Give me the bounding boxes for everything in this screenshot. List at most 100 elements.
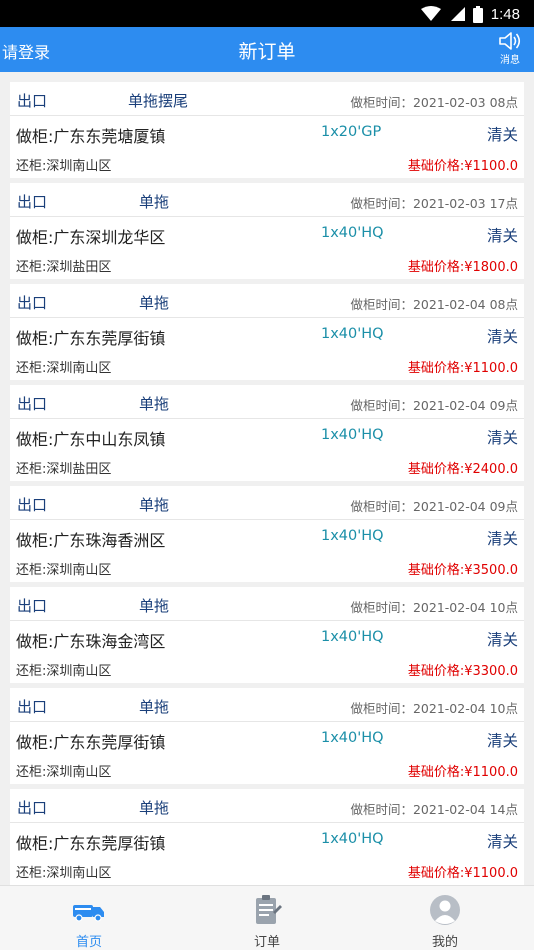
order-pickup: 做柜:广东东莞厚街镇: [16, 834, 166, 853]
order-direction: 出口: [17, 597, 48, 615]
tab-orders-label: 订单: [253, 935, 280, 950]
order-type: 单拖: [139, 799, 170, 817]
order-type: 单拖: [139, 698, 170, 716]
order-customs: 清关: [486, 126, 518, 144]
wifi-icon: [420, 6, 441, 21]
order-type: 单拖: [139, 395, 170, 413]
tab-orders[interactable]: 订单: [178, 886, 356, 950]
page-title: 新订单: [238, 41, 296, 63]
order-return-row: 还柜:深圳南山区 基础价格:¥1100.0: [10, 149, 524, 178]
signal-icon: [450, 7, 465, 21]
order-card[interactable]: 出口 单拖 做柜时间：2021-02-04 14点 做柜:广东东莞厚街镇 1x4…: [10, 789, 524, 885]
order-route-row: 做柜:广东深圳龙华区 1x40'HQ 清关: [10, 217, 524, 250]
order-card[interactable]: 出口 单拖 做柜时间：2021-02-04 10点 做柜:广东东莞厚街镇 1x4…: [10, 688, 524, 784]
order-price: 基础价格:¥3300.0: [407, 664, 518, 679]
order-card[interactable]: 出口 单拖 做柜时间：2021-02-04 09点 做柜:广东中山东凤镇 1x4…: [10, 385, 524, 481]
order-time: 做柜时间：2021-02-04 09点: [350, 398, 518, 413]
order-header-row: 出口 单拖 做柜时间：2021-02-04 09点: [10, 486, 524, 520]
tab-mine[interactable]: 我的: [356, 886, 534, 950]
order-pickup: 做柜:广东东莞厚街镇: [16, 329, 166, 348]
order-header-row: 出口 单拖 做柜时间：2021-02-04 14点: [10, 789, 524, 823]
order-return-row: 还柜:深圳南山区 基础价格:¥1100.0: [10, 856, 524, 885]
order-price: 基础价格:¥1800.0: [407, 260, 518, 275]
order-customs: 清关: [486, 227, 518, 245]
order-card[interactable]: 出口 单拖 做柜时间：2021-02-04 10点 做柜:广东珠海金湾区 1x4…: [10, 587, 524, 683]
order-type: 单拖: [139, 496, 170, 514]
order-customs: 清关: [486, 530, 518, 548]
order-route-row: 做柜:广东珠海金湾区 1x40'HQ 清关: [10, 621, 524, 654]
truck-icon: [73, 905, 104, 922]
order-type: 单拖: [139, 294, 170, 312]
order-price: 基础价格:¥1100.0: [407, 866, 518, 881]
order-card[interactable]: 出口 单拖 做柜时间：2021-02-03 17点 做柜:广东深圳龙华区 1x4…: [10, 183, 524, 279]
order-time: 做柜时间：2021-02-03 08点: [350, 95, 518, 110]
order-route-row: 做柜:广东中山东凤镇 1x40'HQ 清关: [10, 419, 524, 452]
order-price: 基础价格:¥1100.0: [407, 765, 518, 780]
order-return-row: 还柜:深圳南山区 基础价格:¥3500.0: [10, 553, 524, 582]
order-container-spec: 1x40'HQ: [321, 730, 384, 746]
order-price: 基础价格:¥2400.0: [407, 462, 518, 477]
order-container-spec: 1x40'HQ: [321, 427, 384, 443]
order-price: 基础价格:¥3500.0: [407, 563, 518, 578]
tab-home[interactable]: 首页: [0, 886, 178, 950]
order-header-row: 出口 单拖 做柜时间：2021-02-04 08点: [10, 284, 524, 318]
order-header-row: 出口 单拖摆尾 做柜时间：2021-02-03 08点: [10, 82, 524, 116]
user-icon: [430, 895, 460, 925]
order-container-spec: 1x40'HQ: [321, 831, 384, 847]
order-customs: 清关: [486, 833, 518, 851]
tab-home-label: 首页: [75, 935, 102, 950]
order-time: 做柜时间：2021-02-04 10点: [350, 701, 518, 716]
order-price: 基础价格:¥1100.0: [407, 361, 518, 376]
order-container-spec: 1x40'HQ: [321, 225, 384, 241]
order-time: 做柜时间：2021-02-03 17点: [350, 196, 518, 211]
order-route-row: 做柜:广东东莞厚街镇 1x40'HQ 清关: [10, 318, 524, 351]
status-bar: 1:48: [0, 0, 534, 27]
order-direction: 出口: [17, 799, 48, 817]
order-customs: 清关: [486, 732, 518, 750]
order-pickup: 做柜:广东珠海香洲区: [16, 531, 166, 550]
order-price: 基础价格:¥1100.0: [407, 159, 518, 174]
order-pickup: 做柜:广东东莞塘厦镇: [16, 127, 166, 146]
order-type: 单拖: [139, 597, 170, 615]
app-header: 请登录 新订单 消息: [0, 27, 534, 72]
order-route-row: 做柜:广东东莞厚街镇 1x40'HQ 清关: [10, 823, 524, 856]
order-card[interactable]: 出口 单拖摆尾 做柜时间：2021-02-03 08点 做柜:广东东莞塘厦镇 1…: [10, 82, 524, 178]
tab-mine-label: 我的: [431, 935, 458, 950]
order-pickup: 做柜:广东珠海金湾区: [16, 632, 166, 651]
order-container-spec: 1x20'GP: [321, 124, 382, 140]
order-return: 还柜:深圳南山区: [16, 159, 112, 174]
order-return: 还柜:深圳南山区: [16, 664, 112, 679]
order-header-row: 出口 单拖 做柜时间：2021-02-03 17点: [10, 183, 524, 217]
order-direction: 出口: [17, 496, 48, 514]
order-direction: 出口: [17, 698, 48, 716]
order-return-row: 还柜:深圳南山区 基础价格:¥1100.0: [10, 755, 524, 784]
order-return: 还柜:深圳南山区: [16, 563, 112, 578]
order-return-row: 还柜:深圳南山区 基础价格:¥1100.0: [10, 351, 524, 380]
order-time: 做柜时间：2021-02-04 10点: [350, 600, 518, 615]
order-time: 做柜时间：2021-02-04 14点: [350, 802, 518, 817]
order-return: 还柜:深圳南山区: [16, 765, 112, 780]
order-container-spec: 1x40'HQ: [321, 528, 384, 544]
order-card[interactable]: 出口 单拖 做柜时间：2021-02-04 08点 做柜:广东东莞厚街镇 1x4…: [10, 284, 524, 380]
order-pickup: 做柜:广东中山东凤镇: [16, 430, 166, 449]
order-direction: 出口: [17, 193, 48, 211]
order-header-row: 出口 单拖 做柜时间：2021-02-04 10点: [10, 688, 524, 722]
order-return-row: 还柜:深圳盐田区 基础价格:¥2400.0: [10, 452, 524, 481]
order-pickup: 做柜:广东深圳龙华区: [16, 228, 166, 247]
order-type: 单拖: [139, 193, 170, 211]
order-customs: 清关: [486, 429, 518, 447]
order-return: 还柜:深圳南山区: [16, 866, 112, 881]
speaker-icon: [499, 32, 521, 50]
order-direction: 出口: [17, 294, 48, 312]
order-container-spec: 1x40'HQ: [321, 326, 384, 342]
order-return: 还柜:深圳盐田区: [16, 260, 112, 275]
order-route-row: 做柜:广东东莞塘厦镇 1x20'GP 清关: [10, 116, 524, 149]
order-card[interactable]: 出口 单拖 做柜时间：2021-02-04 09点 做柜:广东珠海香洲区 1x4…: [10, 486, 524, 582]
order-pickup: 做柜:广东东莞厚街镇: [16, 733, 166, 752]
battery-icon: [472, 5, 483, 23]
order-header-row: 出口 单拖 做柜时间：2021-02-04 10点: [10, 587, 524, 621]
order-direction: 出口: [17, 92, 48, 110]
order-return-row: 还柜:深圳南山区 基础价格:¥3300.0: [10, 654, 524, 683]
message-button[interactable]: 消息: [496, 31, 524, 66]
order-return: 还柜:深圳南山区: [16, 361, 112, 376]
